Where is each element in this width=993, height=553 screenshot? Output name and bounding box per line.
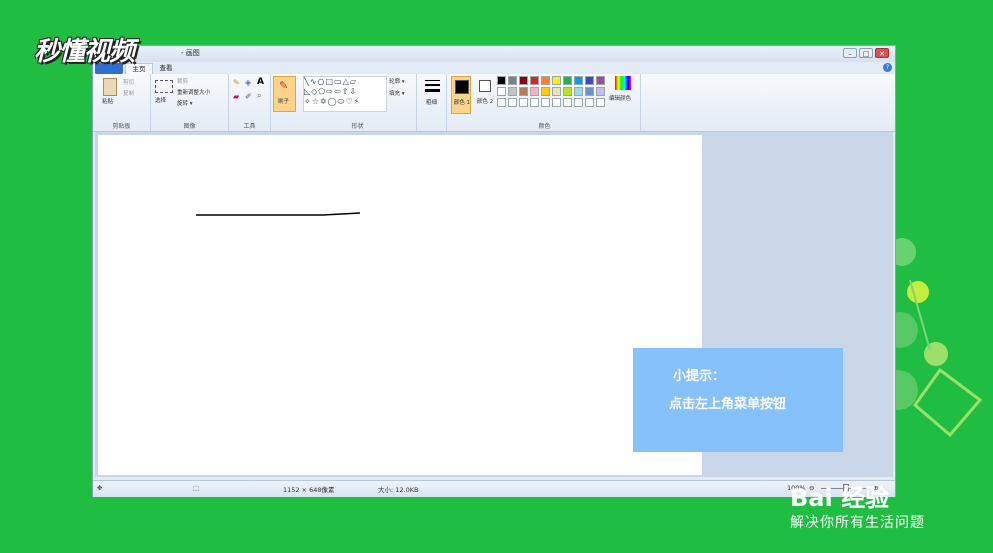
- palette-swatch[interactable]: [574, 76, 583, 85]
- palette-swatch[interactable]: [508, 76, 517, 85]
- shapes-gallery[interactable]: ╲∿○□▭△▱ ◺◇⬠⇨⇦⇧⇩ ✧☆✡◯⬭♡⚡: [303, 76, 387, 112]
- colors-group: 颜色 1 颜色 2 编辑颜色 颜色: [449, 74, 641, 131]
- palette-swatch[interactable]: [497, 76, 506, 85]
- title-bar: - 画图 – □ ✕: [93, 46, 895, 62]
- drawn-line: [196, 212, 361, 216]
- tools-label: 工具: [243, 123, 256, 130]
- fill-button[interactable]: 填充 ▾: [389, 89, 405, 97]
- palette-swatch[interactable]: [552, 87, 561, 96]
- watermark-logo: 秒懂视频: [34, 37, 135, 67]
- palette-swatch[interactable]: [497, 87, 506, 96]
- selection-icon: ⬚: [193, 484, 200, 492]
- paste-icon: [103, 78, 117, 96]
- minimize-button[interactable]: –: [843, 48, 857, 58]
- select-icon: [155, 80, 173, 93]
- palette-swatch[interactable]: [596, 76, 605, 85]
- tip-box: 小提示： 点击左上角菜单按钮: [633, 348, 843, 452]
- copy-button[interactable]: 复制: [123, 89, 134, 97]
- text-tool-icon[interactable]: A: [257, 77, 264, 87]
- pencil-icon[interactable]: ✎: [233, 78, 240, 87]
- brushes-label: 刷子: [278, 99, 290, 105]
- crop-button[interactable]: 裁剪: [177, 77, 188, 85]
- status-bar: ✥ ⬚ 1152 × 648像素 大小: 12.0KB 100% ⊖ ⊕: [93, 480, 895, 497]
- drawing-canvas[interactable]: [98, 135, 702, 475]
- palette-swatch[interactable]: [519, 76, 528, 85]
- palette-swatch[interactable]: [541, 87, 550, 96]
- palette-swatch[interactable]: [563, 76, 572, 85]
- shapes-group: ╲∿○□▭△▱ ◺◇⬠⇨⇦⇧⇩ ✧☆✡◯⬭♡⚡ 轮廓 ▾ 填充 ▾ 形状: [299, 74, 417, 131]
- palette-row-3[interactable]: [497, 98, 605, 107]
- brush-icon: ✎: [279, 79, 289, 92]
- edit-colors-icon[interactable]: [615, 76, 631, 90]
- magnifier-icon[interactable]: ⌕: [257, 91, 261, 101]
- clipboard-group: 粘贴 剪切 复制 剪贴板: [93, 74, 151, 131]
- ribbon: 粘贴 剪切 复制 剪贴板 选择 裁剪 重新调整大小 旋转 ▾ 图像 ✎ ◈ A …: [93, 74, 895, 132]
- palette-swatch[interactable]: [574, 87, 583, 96]
- palette-swatch[interactable]: [563, 87, 572, 96]
- palette-swatch[interactable]: [519, 87, 528, 96]
- color1-label: 颜色 1: [453, 100, 471, 106]
- edit-colors-button[interactable]: 编辑颜色: [609, 94, 631, 102]
- fill-icon[interactable]: ◈: [245, 78, 251, 87]
- tools-group: ✎ ◈ A ▰ ✐ ⌕ 工具: [229, 74, 271, 131]
- brushes-button[interactable]: ✎ 刷子: [273, 76, 296, 112]
- dimensions-text: 1152 × 648像素: [283, 486, 335, 494]
- palette-swatch[interactable]: [596, 87, 605, 96]
- colors-label: 颜色: [538, 123, 551, 130]
- palette-swatch[interactable]: [508, 87, 517, 96]
- tip-title: 小提示：: [673, 369, 726, 384]
- close-button[interactable]: ✕: [875, 48, 889, 58]
- size-group[interactable]: 粗细: [417, 74, 447, 131]
- palette-swatch[interactable]: [530, 76, 539, 85]
- brand-watermark: Bai 经验: [790, 484, 890, 512]
- palette-swatch[interactable]: [541, 76, 550, 85]
- rotate-button[interactable]: 旋转 ▾: [177, 99, 193, 107]
- color2-button[interactable]: 颜色 2: [475, 76, 495, 114]
- decorative-leaves: [890, 238, 983, 438]
- palette-swatch[interactable]: [585, 87, 594, 96]
- size-label: 粗细: [426, 100, 438, 106]
- palette-row-2[interactable]: [497, 87, 605, 96]
- color1-swatch: [455, 80, 469, 94]
- resize-button[interactable]: 重新调整大小: [177, 88, 210, 96]
- shapes-label: 形状: [351, 123, 364, 130]
- tab-view[interactable]: 查看: [153, 63, 179, 74]
- image-label: 图像: [183, 123, 196, 130]
- window-title: - 画图: [181, 49, 200, 57]
- palette-swatch[interactable]: [552, 76, 561, 85]
- ribbon-tabs: 主页 查看 ?: [93, 62, 895, 75]
- color1-button[interactable]: 颜色 1: [451, 76, 471, 114]
- color2-label: 颜色 2: [476, 99, 494, 105]
- move-icon: ✥: [97, 484, 103, 492]
- color2-swatch: [479, 80, 491, 92]
- help-icon[interactable]: ?: [883, 63, 892, 72]
- tip-body: 点击左上角菜单按钮: [669, 397, 787, 412]
- cut-button[interactable]: 剪切: [123, 78, 134, 86]
- palette-swatch[interactable]: [530, 87, 539, 96]
- select-button[interactable]: 选择: [155, 96, 166, 104]
- outline-button[interactable]: 轮廓 ▾: [389, 77, 405, 85]
- color-picker-icon[interactable]: ✐: [245, 92, 252, 101]
- file-size-text: 大小: 12.0KB: [378, 486, 419, 494]
- maximize-button[interactable]: □: [859, 48, 873, 58]
- paste-button[interactable]: 粘贴: [102, 97, 113, 105]
- palette-row-1[interactable]: [497, 76, 605, 85]
- eraser-icon[interactable]: ▰: [233, 92, 239, 101]
- clipboard-label: 剪贴板: [112, 123, 131, 130]
- brand-slogan: 解决你所有生活问题: [790, 515, 925, 531]
- image-group: 选择 裁剪 重新调整大小 旋转 ▾ 图像: [151, 74, 229, 131]
- palette-swatch[interactable]: [585, 76, 594, 85]
